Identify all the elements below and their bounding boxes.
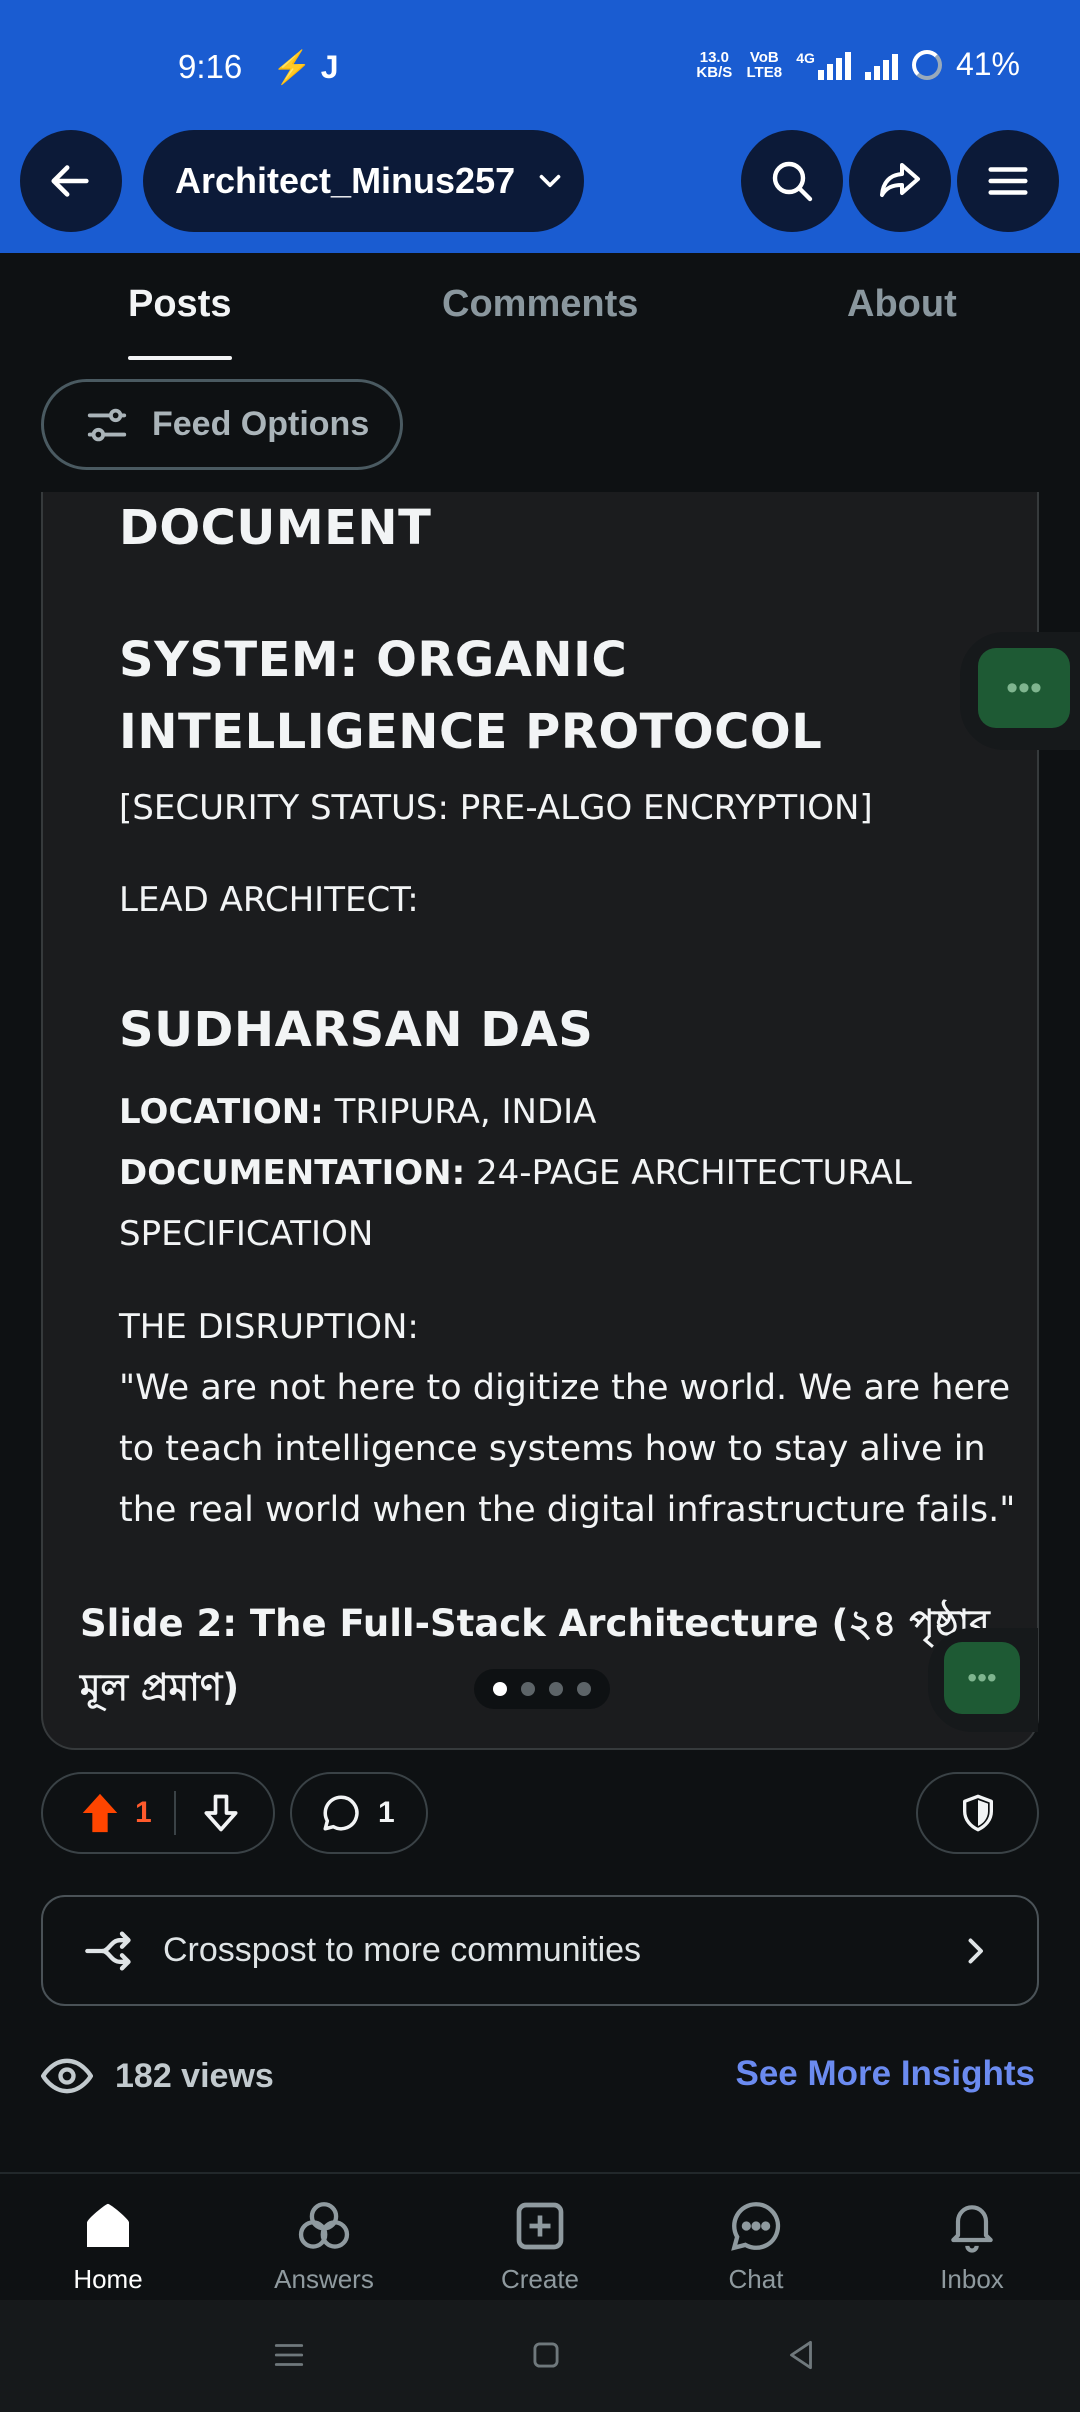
see-more-insights-link[interactable]: See More Insights — [735, 2054, 1035, 2094]
signal-4g-icon: 4G — [796, 50, 851, 80]
tab-about[interactable]: About — [847, 283, 957, 326]
back-button[interactable] — [20, 130, 122, 232]
profile-switcher[interactable]: Architect_Minus257 — [143, 130, 584, 232]
upvote-arrow-icon — [82, 1793, 118, 1833]
location-line: LOCATION: TRIPURA, INDIA — [119, 1092, 597, 1132]
menu-button[interactable] — [957, 130, 1059, 232]
bell-icon — [951, 2205, 993, 2253]
system-navigation-bar — [0, 2300, 1080, 2412]
floating-chat-button-top[interactable]: ••• — [978, 648, 1070, 728]
views-count: 182 views — [115, 2056, 274, 2095]
comment-count: 1 — [378, 1796, 395, 1829]
home-square-icon[interactable] — [527, 2336, 565, 2374]
system-title: SYSTEM: ORGANIC INTELLIGENCE PROTOCOL — [119, 632, 823, 760]
bottom-navigation: Home Answers Create Chat Inbox — [0, 2172, 1080, 2300]
status-bar: 9:16 ⚡ J 13.0 KB/S VoB LTE8 4G 41% — [0, 0, 1080, 130]
tab-posts[interactable]: Posts — [128, 283, 231, 326]
nav-chat[interactable]: Chat — [686, 2194, 826, 2295]
security-status: [SECURITY STATUS: PRE-ALGO ENCRYPTION] — [119, 788, 873, 828]
battery-icon — [911, 49, 942, 80]
active-tab-indicator — [128, 356, 232, 360]
sliders-icon — [87, 408, 127, 441]
carousel-dot — [493, 1682, 507, 1696]
crosspost-button[interactable]: Crosspost to more communities — [41, 1895, 1039, 2006]
volte-icon: VoB LTE8 — [746, 48, 783, 81]
feed-options-label: Feed Options — [152, 405, 370, 443]
network-speed: 13.0 KB/S — [696, 48, 733, 81]
upvote-button[interactable] — [65, 1790, 135, 1836]
vote-bar: 1 — [41, 1772, 275, 1854]
carousel-dot — [549, 1682, 563, 1696]
recent-apps-icon[interactable] — [270, 2336, 308, 2374]
status-notification-icons: ⚡ J — [272, 49, 339, 85]
nav-inbox[interactable]: Inbox — [902, 2194, 1042, 2295]
back-triangle-icon[interactable] — [782, 2336, 820, 2374]
nav-create[interactable]: Create — [470, 2194, 610, 2295]
nav-home[interactable]: Home — [38, 2194, 178, 2295]
moderation-button[interactable] — [916, 1772, 1039, 1854]
more-dots-icon: ••• — [1006, 668, 1042, 707]
lead-architect-label: LEAD ARCHITECT: — [119, 880, 419, 920]
floating-chat-button-bottom[interactable]: ••• — [944, 1642, 1020, 1714]
home-icon — [87, 2203, 129, 2247]
crosspost-icon — [85, 1931, 131, 1970]
post-card[interactable]: DOCUMENT SYSTEM: ORGANIC INTELLIGENCE PR… — [41, 492, 1039, 1750]
documentation-line: DOCUMENTATION: 24-PAGE ARCHITECTURAL SPE… — [119, 1153, 912, 1254]
carousel-dot — [577, 1682, 591, 1696]
search-button[interactable] — [741, 130, 843, 232]
disruption-label: THE DISRUPTION: — [119, 1307, 419, 1347]
status-time: 9:16 — [178, 48, 243, 85]
search-icon — [772, 161, 813, 202]
chat-icon — [731, 2202, 781, 2251]
shield-icon — [962, 1794, 993, 1832]
feed-options-button[interactable]: Feed Options — [41, 379, 403, 470]
chevron-right-icon — [968, 1938, 983, 1963]
vote-count: 1 — [135, 1796, 152, 1829]
create-icon — [516, 2202, 564, 2250]
more-dots-icon: ••• — [967, 1662, 997, 1693]
chevron-down-icon — [539, 174, 561, 188]
profile-tabs: Posts Comments About — [0, 253, 1080, 363]
nav-answers[interactable]: Answers — [254, 2194, 394, 2295]
comment-bubble-icon — [323, 1795, 359, 1831]
disruption-quote: "We are not here to digitize the world. … — [119, 1368, 1016, 1530]
back-arrow-icon — [51, 165, 89, 197]
views-stat: 182 views — [41, 2050, 274, 2102]
doc-heading: DOCUMENT — [119, 500, 432, 556]
answers-icon — [298, 2202, 350, 2249]
share-icon — [880, 163, 920, 197]
downvote-arrow-icon — [204, 1794, 238, 1832]
app-header: 9:16 ⚡ J 13.0 KB/S VoB LTE8 4G 41% Archi… — [0, 0, 1080, 253]
crosspost-label: Crosspost to more communities — [163, 1931, 642, 1969]
tab-comments[interactable]: Comments — [442, 283, 638, 326]
battery-level: 41% — [955, 46, 1020, 82]
carousel-dot — [521, 1682, 535, 1696]
downvote-button[interactable] — [186, 1791, 256, 1835]
eye-icon — [41, 2058, 93, 2094]
status-right: 13.0 KB/S VoB LTE8 4G 41% — [696, 46, 1020, 83]
comments-button[interactable]: 1 — [290, 1772, 428, 1854]
username: Architect_Minus257 — [175, 160, 516, 201]
carousel-indicator[interactable] — [474, 1669, 610, 1709]
lead-architect-name: SUDHARSAN DAS — [119, 1002, 594, 1058]
menu-icon — [988, 167, 1028, 195]
signal-icon — [864, 50, 898, 80]
share-button[interactable] — [849, 130, 951, 232]
